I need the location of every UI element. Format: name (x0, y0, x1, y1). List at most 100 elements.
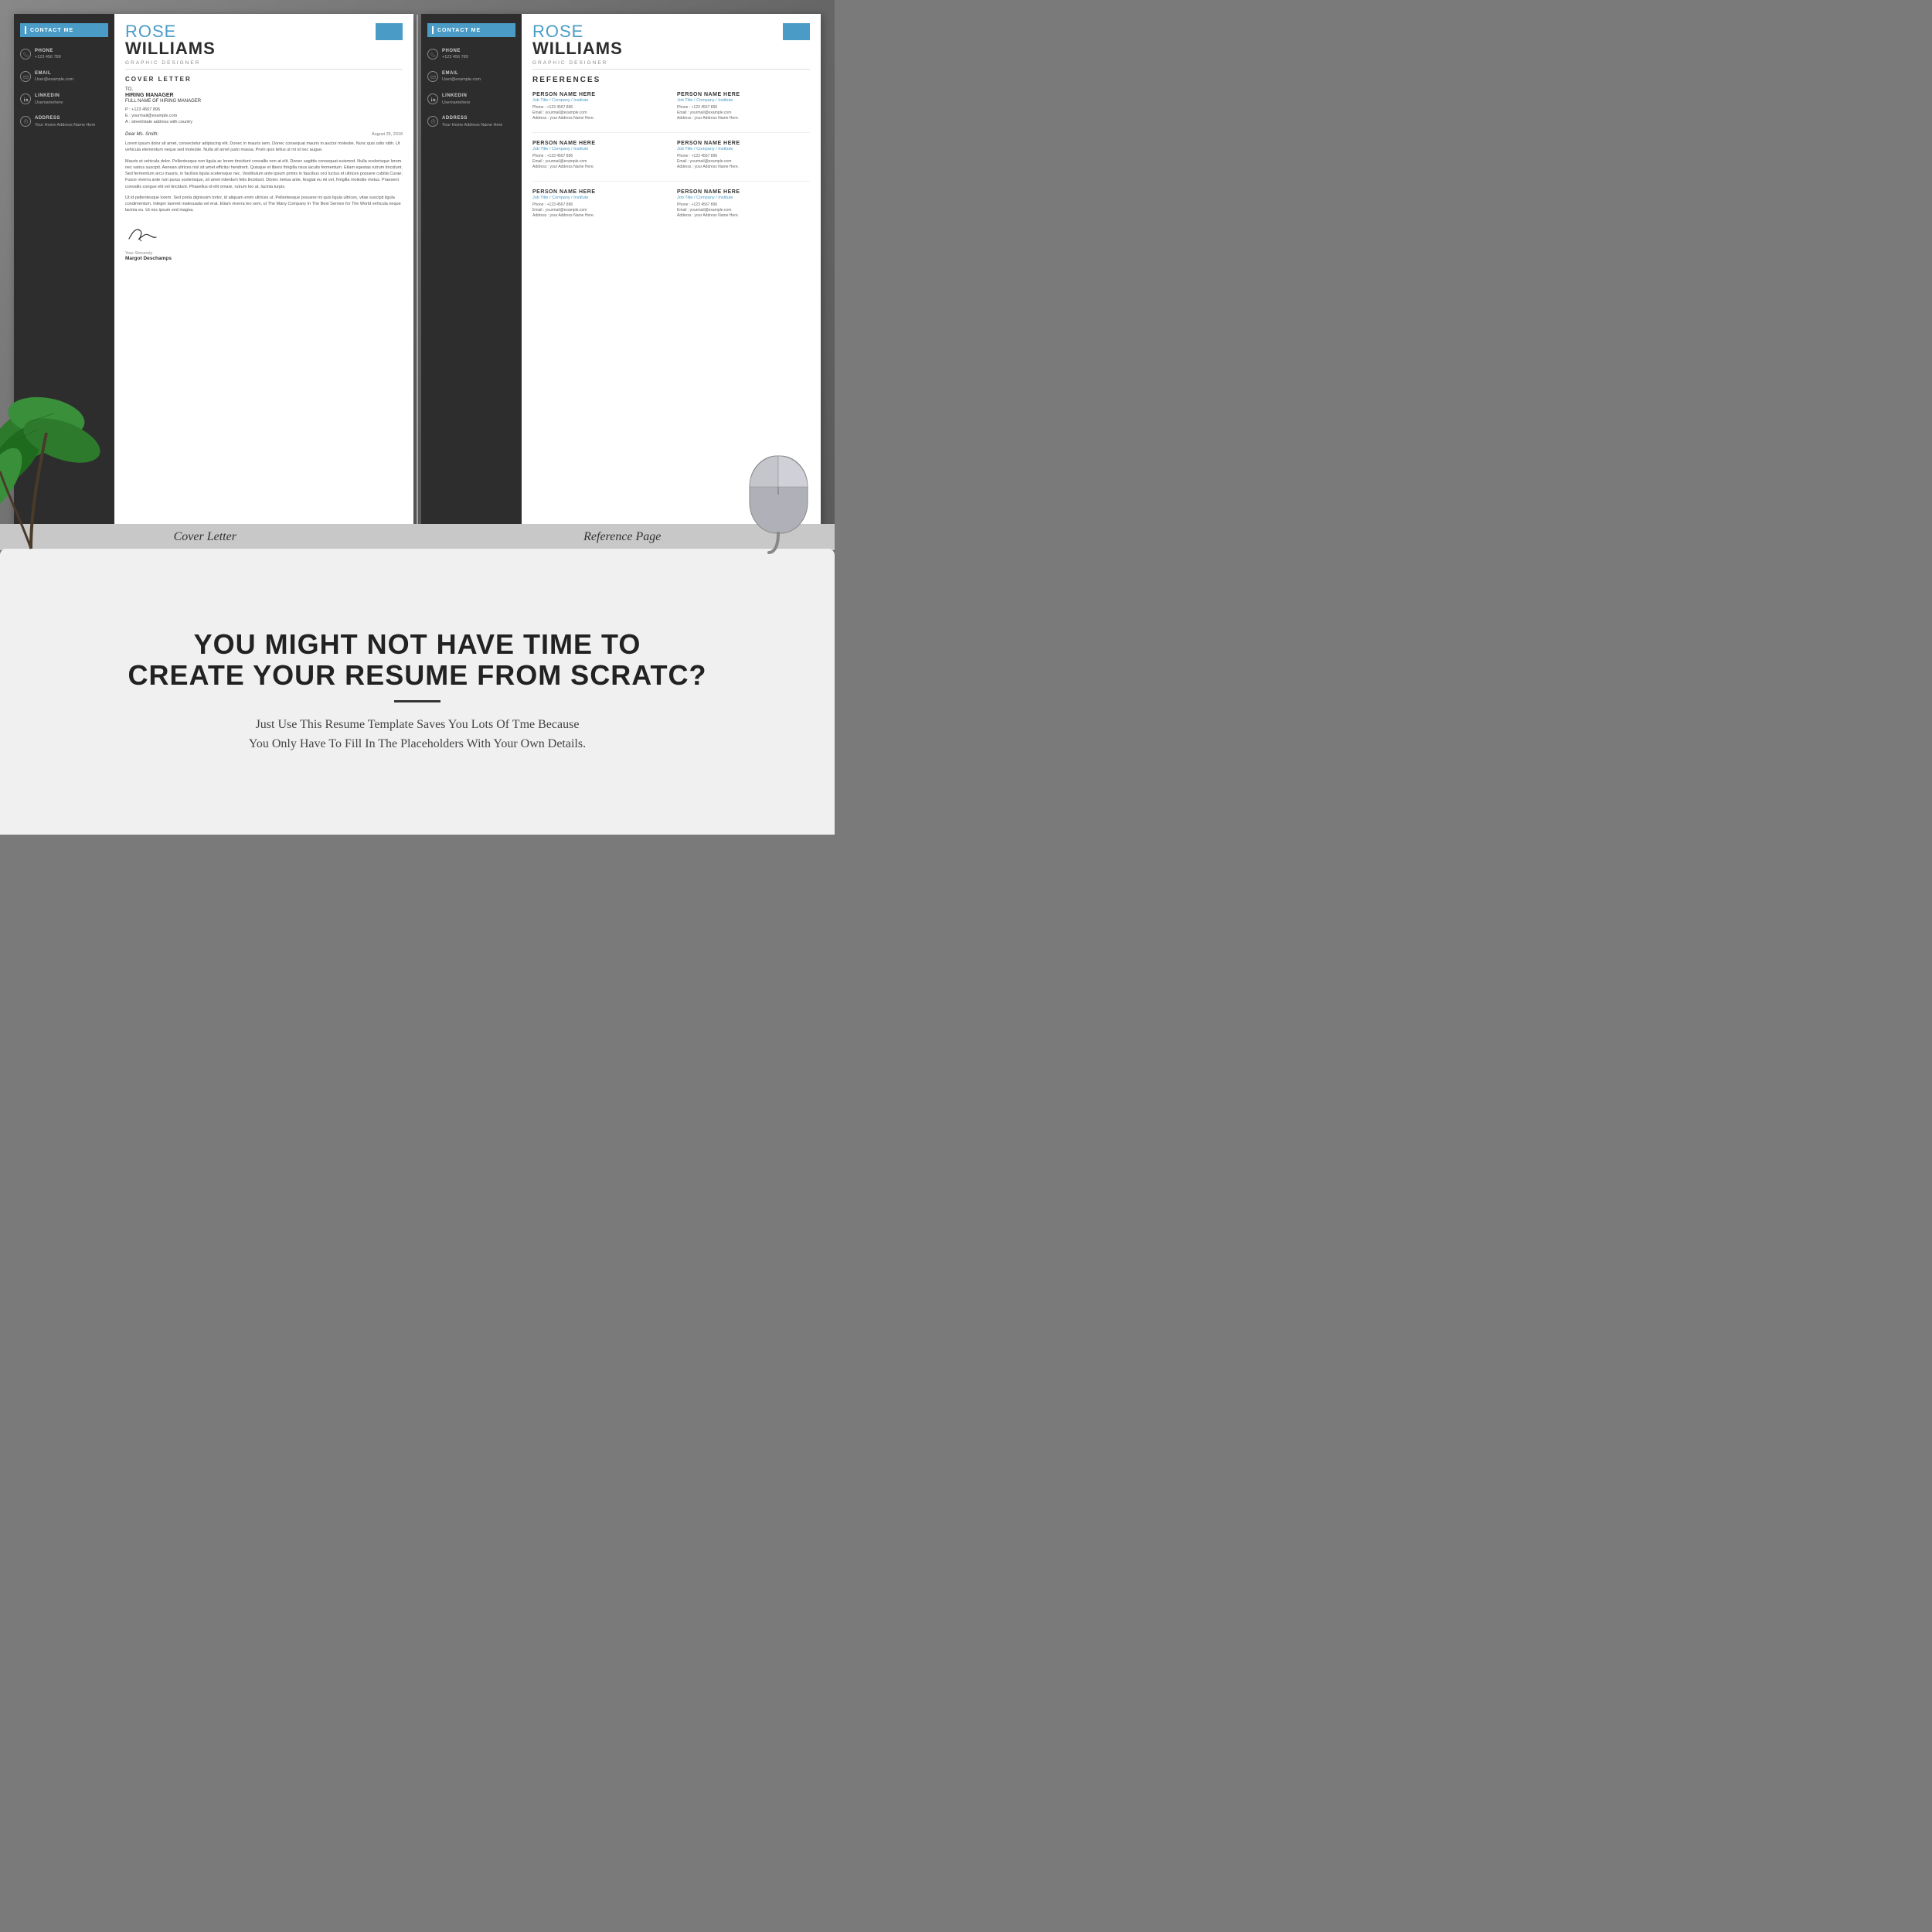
contact-phone-left: PHONE +123 456 789 (14, 45, 114, 64)
ref-address-3: Address : your Address Name Here. (677, 165, 810, 169)
cover-body-3: Ut id pellentesque lorem. Sed porta dign… (125, 195, 403, 214)
contact-linkedin-right: LINKEDIN Usernamehere (421, 90, 522, 109)
last-name-left: WILLIAMS (125, 40, 216, 57)
ref-email-3: Email : yourmail@example.com (677, 159, 810, 164)
cover-address-line: A : street/state address with country (125, 120, 403, 124)
contact-me-header-right: CONTACT ME (427, 23, 515, 37)
contact-me-header-left: CONTACT ME (20, 23, 108, 37)
ref-name-4: PERSON NAME HERE (532, 189, 665, 195)
contact-linkedin-left: LINKEDIN Usernamehere (14, 90, 114, 109)
cover-to: TO, (125, 87, 403, 92)
job-title-left: GRAPHIC DESIGNER (125, 60, 403, 70)
ref-email-2: Email : yourmail@example.com (532, 159, 665, 164)
email-icon-right (427, 71, 438, 82)
cover-fullname: FULL NAME OF HIRING MANAGER (125, 99, 403, 104)
reference-page-label: Reference Page (583, 530, 661, 544)
linkedin-icon-left (20, 94, 31, 104)
ref-item-1: PERSON NAME HERE Job Title / Company / I… (677, 92, 810, 121)
address-icon-right (427, 116, 438, 127)
job-title-right: GRAPHIC DESIGNER (532, 60, 810, 70)
mouse-svg (734, 433, 827, 556)
dear-text: Dear Ms. Smith: (125, 132, 158, 137)
contact-linkedin-text-right: LINKEDIN Usernamehere (442, 93, 470, 106)
ref-divider-1 (532, 132, 810, 133)
ref-email-1: Email : yourmail@example.com (677, 111, 810, 115)
name-header-left: ROSE WILLIAMS (125, 23, 403, 57)
ref-address-4: Address : your Address Name Here. (532, 213, 665, 218)
blue-accent-right (783, 23, 810, 40)
ref-item-3: PERSON NAME HERE Job Title / Company / I… (677, 141, 810, 170)
headline-line2: CREATE YOUR RESUME FROM SCRATC? (128, 660, 706, 691)
ref-phone-0: Phone : +123 4567 896 (532, 105, 665, 110)
subtext-line1: Just Use This Resume Template Saves You … (249, 715, 586, 735)
signature-svg (125, 223, 172, 247)
first-name-left: ROSE (125, 23, 216, 40)
ref-name-5: PERSON NAME HERE (677, 189, 810, 195)
ref-name-3: PERSON NAME HERE (677, 141, 810, 146)
cover-body-1: Lorem ipsum dolor sit amet, consectetur … (125, 141, 403, 154)
signature-area: Your Sincerely Margot Deschamps (125, 223, 403, 261)
ref-name-0: PERSON NAME HERE (532, 92, 665, 97)
plant-decoration (0, 278, 139, 572)
phone-icon-right (427, 49, 438, 60)
contact-email-left: EMAIL User@example.com (14, 67, 114, 87)
name-header-right: ROSE WILLIAMS (532, 23, 810, 57)
dear-line-row: Dear Ms. Smith: August 25, 2018 (125, 132, 403, 137)
blue-accent-left (376, 23, 403, 40)
ref-name-2: PERSON NAME HERE (532, 141, 665, 146)
cover-letter-title: COVER LETTER (125, 76, 403, 83)
ref-address-5: Address : your Address Name Here. (677, 213, 810, 218)
mouse-decoration (734, 433, 827, 556)
preview-divider (417, 15, 418, 540)
subtext-line2: You Only Have To Fill In The Placeholder… (249, 734, 586, 754)
headline-line1: YOU MIGHT NOT HAVE TIME TO (128, 629, 706, 660)
linkedin-icon-right (427, 94, 438, 104)
contact-me-label-left: CONTACT ME (30, 28, 73, 33)
ref-phone-5: Phone : +123 4567 896 (677, 202, 810, 207)
date-text: August 25, 2018 (372, 132, 403, 137)
headline: YOU MIGHT NOT HAVE TIME TO CREATE YOUR R… (128, 629, 706, 690)
cover-letter-label: Cover Letter (174, 530, 236, 544)
contact-address-left: ADDRESS Your Home Address Name Here (14, 112, 114, 131)
contact-email-right: EMAIL User@example.com (421, 67, 522, 87)
contact-email-text-right: EMAIL User@example.com (442, 70, 481, 83)
cover-body-2: Mauris et vehicula dolor. Pellentesque n… (125, 158, 403, 190)
headline-divider (394, 700, 440, 702)
ref-phone-2: Phone : +123 4567 896 (532, 154, 665, 158)
email-icon-left (20, 71, 31, 82)
name-block-left: ROSE WILLIAMS (125, 23, 216, 57)
ref-divider-2 (532, 181, 810, 182)
ref-item-4: PERSON NAME HERE Job Title / Company / I… (532, 189, 665, 219)
ref-address-1: Address : your Address Name Here. (677, 116, 810, 121)
contact-address-text-left: ADDRESS Your Home Address Name Here (35, 115, 95, 128)
references-title: REFERENCES (532, 76, 810, 84)
ref-item-2: PERSON NAME HERE Job Title / Company / I… (532, 141, 665, 170)
contact-address-right: ADDRESS Your Home Address Name Here (421, 112, 522, 131)
plant-svg (0, 278, 139, 572)
ref-item-5: PERSON NAME HERE Job Title / Company / I… (677, 189, 810, 219)
ref-email-5: Email : yourmail@example.com (677, 208, 810, 213)
ref-jobtitle-3: Job Title / Company / Institute (677, 147, 810, 151)
ref-email-4: Email : yourmail@example.com (532, 208, 665, 213)
last-name-right: WILLIAMS (532, 40, 623, 57)
cover-phone-line: P : +123 4567 896 (125, 107, 403, 112)
contact-phone-text-right: PHONE +123 456 789 (442, 48, 468, 61)
contact-me-label-right: CONTACT ME (437, 28, 481, 33)
contact-email-text-left: EMAIL User@example.com (35, 70, 73, 83)
ref-email-0: Email : yourmail@example.com (532, 111, 665, 115)
contact-linkedin-text-left: LINKEDIN Usernamehere (35, 93, 63, 106)
ref-name-1: PERSON NAME HERE (677, 92, 810, 97)
contact-phone-text-left: PHONE +123 456 789 (35, 48, 61, 61)
ref-phone-1: Phone : +123 4567 896 (677, 105, 810, 110)
references-grid: PERSON NAME HERE Job Title / Company / I… (532, 92, 810, 222)
ref-address-0: Address : your Address Name Here. (532, 116, 665, 121)
first-name-right: ROSE (532, 23, 623, 40)
right-sidebar: CONTACT ME PHONE +123 456 789 EMAIL (421, 14, 522, 539)
signer-name: Margot Deschamps (125, 256, 403, 261)
contact-address-text-right: ADDRESS Your Home Address Name Here (442, 115, 502, 128)
ref-phone-4: Phone : +123 4567 896 (532, 202, 665, 207)
ref-item-0: PERSON NAME HERE Job Title / Company / I… (532, 92, 665, 121)
subtext: Just Use This Resume Template Saves You … (249, 715, 586, 754)
address-icon-left (20, 116, 31, 127)
contact-phone-right: PHONE +123 456 789 (421, 45, 522, 64)
